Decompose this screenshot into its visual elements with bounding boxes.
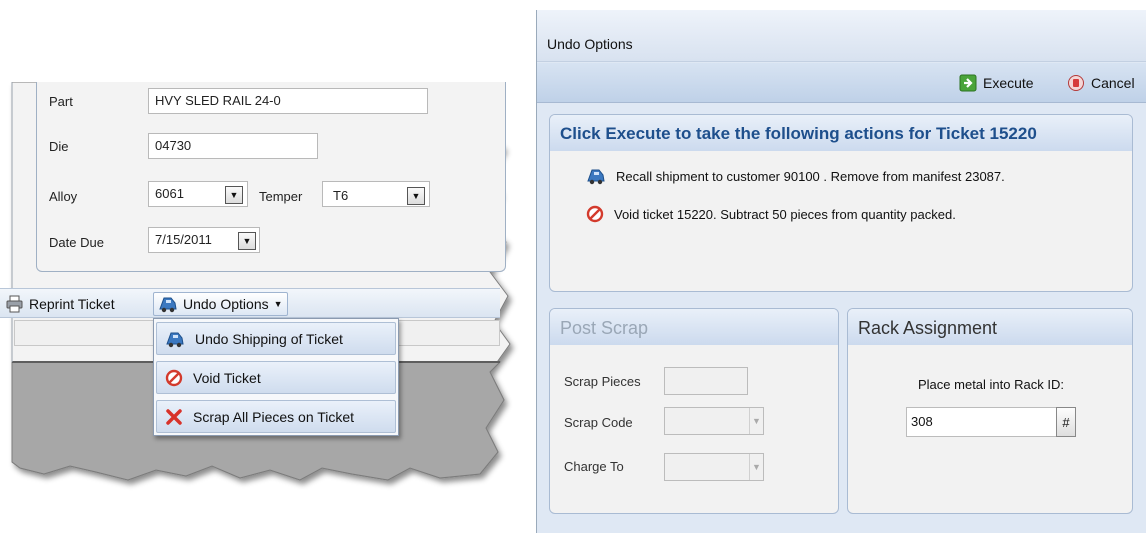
ticket-toolbar: Reprint Ticket Undo Options ▼ (0, 288, 500, 318)
scrap-pieces-field[interactable] (664, 367, 748, 395)
scrap-pieces-label: Scrap Pieces (564, 374, 641, 389)
part-field[interactable]: HVY SLED RAIL 24-0 (148, 88, 428, 114)
actions-panel-header: Click Execute to take the following acti… (550, 115, 1132, 151)
execute-label: Execute (983, 75, 1034, 91)
rack-lookup-button[interactable]: # (1056, 407, 1076, 437)
menu-item-scrap-all[interactable]: Scrap All Pieces on Ticket (156, 400, 396, 433)
menu-item-label: Void Ticket (193, 369, 261, 386)
undo-options-menu: Undo Shipping of Ticket Void Ticket Scra… (153, 318, 399, 436)
reprint-ticket-button[interactable]: Reprint Ticket (6, 295, 115, 313)
truck-icon (587, 169, 605, 185)
red-x-icon (166, 408, 182, 425)
menu-item-undo-shipping[interactable]: Undo Shipping of Ticket (156, 322, 396, 355)
chevron-down-icon: ▼ (273, 299, 283, 309)
undo-options-label: Undo Options (183, 296, 269, 312)
rack-assignment-header: Rack Assignment (848, 309, 1132, 345)
date-due-label: Date Due (49, 235, 104, 250)
temper-label: Temper (259, 189, 303, 204)
action-text: Void ticket 15220. Subtract 50 pieces fr… (614, 206, 956, 222)
rack-assignment-heading: Rack Assignment (858, 318, 998, 338)
action-recall-shipment: Recall shipment to customer 90100 . Remo… (586, 167, 1005, 185)
ticket-details-group: Part HVY SLED RAIL 24-0 Die 04730 Alloy … (36, 82, 506, 272)
temper-dropdown-button[interactable]: ▼ (407, 187, 425, 205)
execute-button[interactable]: Execute (959, 74, 1034, 92)
die-label: Die (49, 139, 69, 154)
die-field[interactable]: 04730 (148, 133, 318, 159)
scrap-code-select[interactable]: ▼ (664, 407, 764, 435)
post-scrap-panel: Post Scrap Scrap Pieces Scrap Code ▼ Cha… (549, 308, 839, 514)
menu-item-label: Undo Shipping of Ticket (195, 330, 343, 347)
no-entry-icon (165, 369, 183, 386)
post-scrap-header: Post Scrap (550, 309, 838, 345)
alloy-dropdown-button[interactable]: ▼ (225, 186, 243, 204)
dialog-toolbar: Execute Cancel (537, 63, 1146, 103)
dialog-title-bar: Undo Options (537, 10, 1146, 62)
charge-to-label: Charge To (564, 459, 624, 474)
chevron-down-icon: ▼ (229, 189, 239, 200)
chevron-down-icon: ▼ (242, 235, 252, 246)
action-text: Recall shipment to customer 90100 . Remo… (616, 168, 1005, 184)
rack-id-field[interactable]: 308 (906, 407, 1058, 437)
printer-icon (6, 295, 23, 313)
chevron-down-icon: ▼ (411, 190, 421, 201)
dialog-title: Undo Options (547, 36, 633, 52)
rack-prompt-label: Place metal into Rack ID: (918, 377, 1064, 392)
cancel-button[interactable]: Cancel (1067, 74, 1135, 92)
chevron-down-icon: ▼ (749, 454, 763, 480)
undo-options-dialog: Undo Options Execute Cancel Click Execut… (536, 10, 1146, 533)
execute-arrow-icon (959, 74, 977, 92)
part-label: Part (49, 94, 73, 109)
menu-item-label: Scrap All Pieces on Ticket (193, 408, 355, 425)
action-void-ticket: Void ticket 15220. Subtract 50 pieces fr… (586, 205, 956, 223)
chevron-down-icon: ▼ (749, 408, 763, 434)
cancel-label: Cancel (1091, 75, 1135, 91)
post-scrap-heading: Post Scrap (560, 318, 649, 338)
no-entry-icon (586, 205, 604, 223)
reprint-ticket-label: Reprint Ticket (29, 296, 115, 312)
charge-to-select[interactable]: ▼ (664, 453, 764, 481)
scrap-code-label: Scrap Code (564, 415, 633, 430)
undo-options-menu-button[interactable]: Undo Options ▼ (153, 292, 288, 316)
actions-heading: Click Execute to take the following acti… (560, 124, 1037, 143)
alloy-label: Alloy (49, 189, 78, 204)
truck-icon (159, 297, 177, 313)
ticket-form-panel: Part HVY SLED RAIL 24-0 Die 04730 Alloy … (0, 82, 520, 522)
stop-icon (1068, 75, 1084, 91)
date-due-calendar-button[interactable]: ▼ (238, 232, 256, 250)
menu-item-void-ticket[interactable]: Void Ticket (156, 361, 396, 394)
rack-assignment-panel: Rack Assignment Place metal into Rack ID… (847, 308, 1133, 514)
truck-icon (166, 332, 184, 347)
actions-panel: Click Execute to take the following acti… (549, 114, 1133, 292)
